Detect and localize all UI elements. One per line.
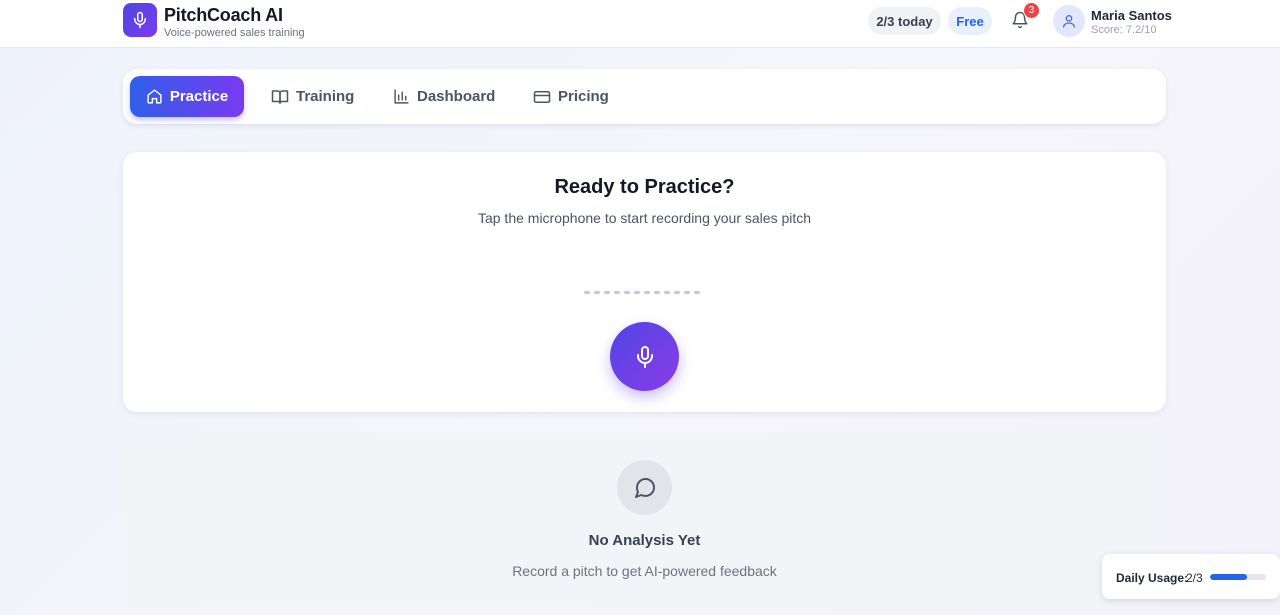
notification-count-badge: 3 — [1023, 2, 1040, 19]
brand-subtitle: Voice-powered sales training — [164, 27, 305, 39]
analysis-card: No Analysis Yet Record a pitch to get AI… — [123, 433, 1166, 607]
user-score: Score: 7.2/10 — [1091, 24, 1157, 36]
usage-progress-fill — [1210, 574, 1248, 580]
usage-value: 2/3 — [1186, 571, 1203, 585]
bar-chart-icon — [394, 89, 409, 104]
brand-title: PitchCoach AI — [164, 5, 283, 25]
tab-dashboard[interactable]: Dashboard — [393, 76, 495, 117]
main-nav: Practice Training Dashboard Pricing — [123, 69, 1166, 124]
home-icon — [147, 89, 162, 104]
credit-card-icon — [533, 90, 551, 103]
avatar[interactable] — [1053, 5, 1085, 37]
user-name: Maria Santos — [1091, 8, 1172, 23]
tab-label: Dashboard — [417, 88, 496, 105]
practice-card: Ready to Practice? Tap the microphone to… — [123, 152, 1166, 412]
message-circle-icon — [634, 477, 655, 498]
usage-progress-bar — [1210, 574, 1266, 580]
logo[interactable] — [123, 3, 157, 37]
microphone-icon — [636, 345, 653, 368]
tab-practice[interactable]: Practice — [130, 76, 244, 117]
tab-label: Training — [296, 88, 355, 105]
analysis-subtitle: Record a pitch to get AI-powered feedbac… — [512, 563, 777, 579]
today-count-badge: 2/3 today — [868, 7, 941, 35]
tab-training[interactable]: Training — [271, 76, 354, 117]
waveform-placeholder — [584, 291, 706, 295]
practice-subtitle: Tap the microphone to start recording yo… — [477, 210, 812, 226]
plan-badge[interactable]: Free — [948, 7, 992, 35]
microphone-icon — [134, 11, 146, 29]
analysis-icon-wrapper — [617, 460, 672, 515]
tab-label: Pricing — [558, 88, 609, 105]
practice-title: Ready to Practice? — [554, 176, 735, 198]
daily-usage-widget: Daily Usage: 2/3 — [1102, 554, 1280, 599]
book-icon — [271, 89, 289, 104]
app-header: PitchCoach AI Voice-powered sales traini… — [0, 0, 1280, 48]
tab-label: Practice — [169, 88, 229, 105]
usage-label: Daily Usage: — [1116, 571, 1189, 585]
user-icon — [1063, 15, 1075, 28]
analysis-title: No Analysis Yet — [588, 532, 701, 549]
record-button[interactable] — [610, 322, 679, 391]
tab-pricing[interactable]: Pricing — [533, 76, 609, 117]
